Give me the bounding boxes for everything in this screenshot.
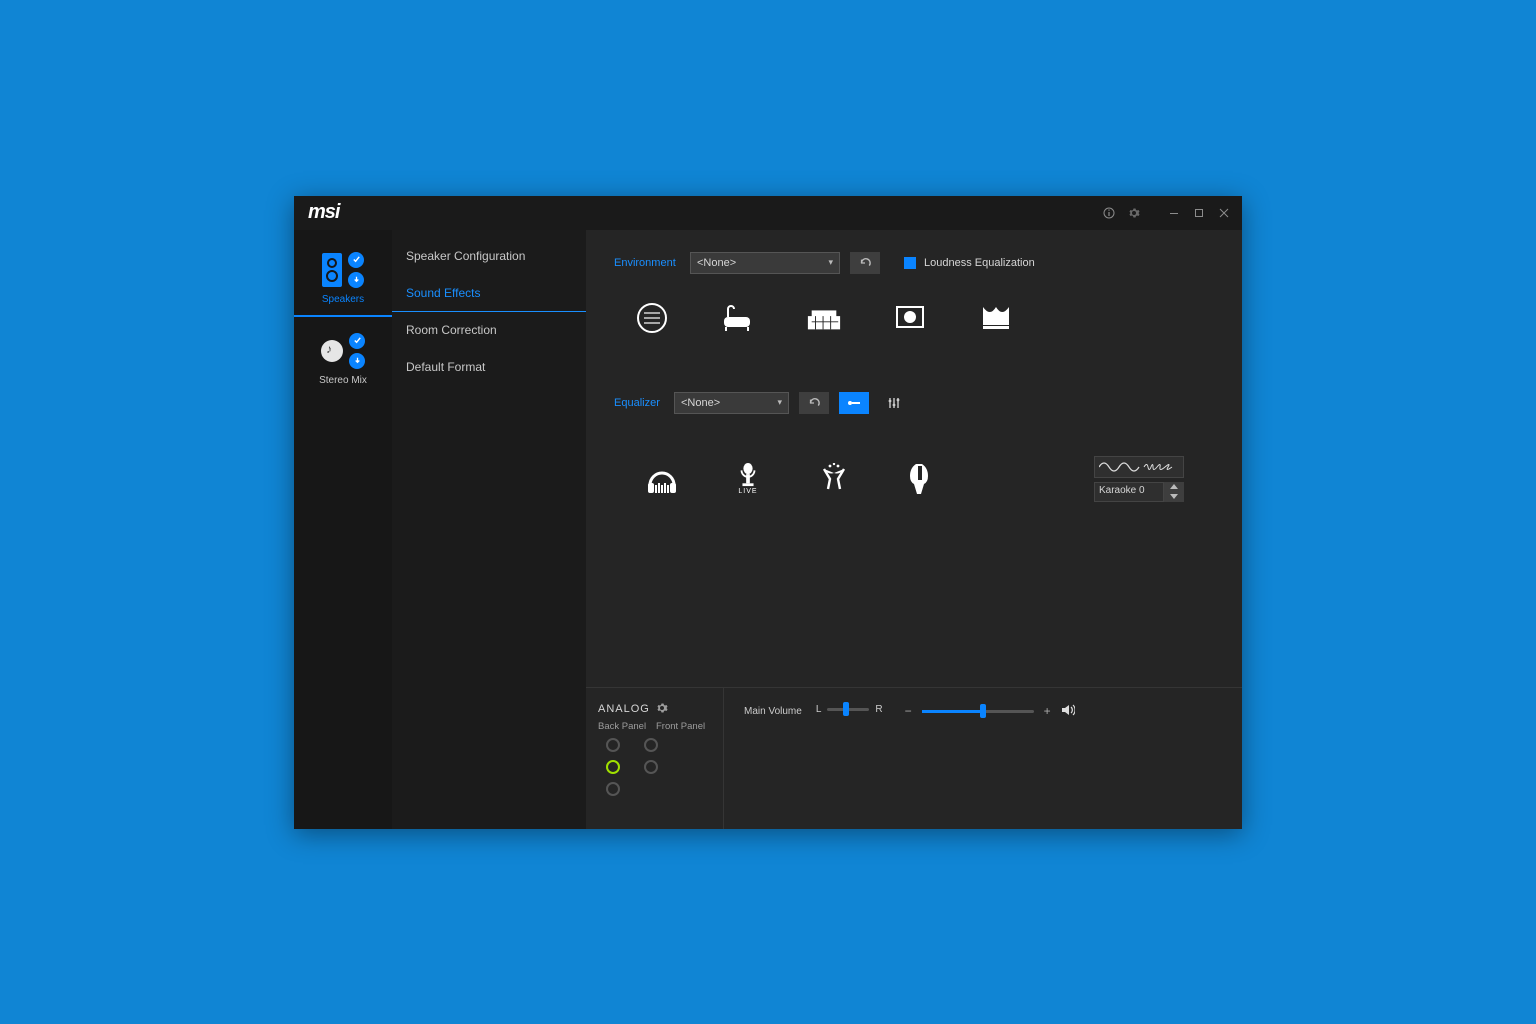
jack-port[interactable] bbox=[606, 782, 620, 796]
back-panel-jacks bbox=[606, 738, 620, 796]
balance-right-label: R bbox=[875, 704, 882, 715]
preset-padded-cell[interactable] bbox=[634, 302, 670, 334]
subnav-sound-effects[interactable]: Sound Effects bbox=[392, 275, 586, 312]
gear-icon[interactable] bbox=[656, 702, 668, 717]
maximize-button[interactable] bbox=[1187, 202, 1211, 224]
volume-minus-button[interactable]: − bbox=[905, 704, 912, 718]
environment-presets bbox=[614, 296, 1214, 374]
titlebar-controls bbox=[1097, 202, 1236, 224]
equalizer-select[interactable]: <None> ▾ bbox=[674, 392, 789, 414]
equalizer-label: Equalizer bbox=[614, 397, 664, 409]
close-button[interactable] bbox=[1212, 202, 1236, 224]
equalizer-toggle-button[interactable] bbox=[839, 392, 869, 414]
analog-section: ANALOG Back Panel Front Panel bbox=[586, 688, 724, 829]
balance-left-label: L bbox=[816, 704, 822, 715]
device-sidebar: Speakers Stereo Mix bbox=[294, 230, 392, 829]
sound-effects-panel: Environment <None> ▾ Loudness Equalizati… bbox=[586, 230, 1242, 687]
subnav-speaker-config[interactable]: Speaker Configuration bbox=[392, 238, 586, 275]
equalizer-presets: LIVE Karaoke 0 bbox=[614, 436, 1214, 512]
loudness-equalization-checkbox[interactable]: Loudness Equalization bbox=[904, 257, 1035, 269]
speaker-icon bbox=[322, 253, 342, 287]
speaker-volume-icon[interactable] bbox=[1061, 704, 1075, 719]
volume-section: Main Volume L R − + bbox=[724, 688, 1242, 829]
live-text-icon: LIVE bbox=[738, 488, 757, 495]
disc-icon bbox=[321, 340, 343, 362]
front-panel-jacks bbox=[644, 738, 658, 796]
jack-port[interactable] bbox=[644, 738, 658, 752]
arrow-down-icon[interactable] bbox=[348, 272, 364, 288]
titlebar: msi bbox=[294, 196, 1242, 230]
environment-select[interactable]: <None> ▾ bbox=[690, 252, 840, 274]
device-label: Stereo Mix bbox=[319, 369, 367, 386]
msi-audio-window: msi bbox=[294, 196, 1242, 829]
balance-slider[interactable] bbox=[827, 708, 869, 711]
preset-rock[interactable] bbox=[902, 463, 938, 495]
checkbox-box-icon bbox=[904, 257, 916, 269]
minimize-button[interactable] bbox=[1162, 202, 1186, 224]
chevron-down-icon: ▾ bbox=[777, 397, 782, 408]
environment-label: Environment bbox=[614, 257, 680, 269]
jack-port[interactable] bbox=[644, 760, 658, 774]
subnav-room-correction[interactable]: Room Correction bbox=[392, 312, 586, 349]
environment-controls: Environment <None> ▾ Loudness Equalizati… bbox=[614, 252, 1214, 274]
wave-preview-icon bbox=[1094, 456, 1184, 478]
preset-theater[interactable] bbox=[978, 302, 1014, 334]
environment-value: <None> bbox=[697, 257, 736, 269]
main-volume-label: Main Volume bbox=[744, 704, 802, 717]
device-label: Speakers bbox=[322, 288, 364, 305]
preset-arena[interactable] bbox=[892, 302, 928, 334]
preset-bathroom[interactable] bbox=[720, 302, 756, 334]
equalizer-reset-button[interactable] bbox=[799, 392, 829, 414]
karaoke-value: Karaoke 0 bbox=[1094, 482, 1164, 502]
subnav-default-format[interactable]: Default Format bbox=[392, 349, 586, 386]
brand-logo: msi bbox=[308, 201, 339, 224]
equalizer-controls: Equalizer <None> ▾ bbox=[614, 392, 1214, 414]
subnav: Speaker Configuration Sound Effects Room… bbox=[392, 230, 586, 829]
arrow-down-icon[interactable] bbox=[349, 353, 365, 369]
main-panel: Environment <None> ▾ Loudness Equalizati… bbox=[586, 230, 1242, 829]
equalizer-value: <None> bbox=[681, 397, 720, 409]
check-icon bbox=[349, 333, 365, 349]
gear-icon[interactable] bbox=[1122, 202, 1146, 224]
window-body: Speakers Stereo Mix Speaker Configuratio… bbox=[294, 230, 1242, 829]
analog-heading: ANALOG bbox=[598, 703, 650, 715]
karaoke-section: Karaoke 0 bbox=[1094, 456, 1184, 502]
chevron-down-icon: ▾ bbox=[828, 257, 833, 268]
info-icon[interactable] bbox=[1097, 202, 1121, 224]
karaoke-up-button[interactable] bbox=[1164, 482, 1184, 492]
loudness-label: Loudness Equalization bbox=[924, 257, 1035, 269]
jack-port-active[interactable] bbox=[606, 760, 620, 774]
device-stereo-mix[interactable]: Stereo Mix bbox=[294, 329, 392, 396]
volume-slider[interactable] bbox=[922, 710, 1034, 713]
preset-party[interactable] bbox=[816, 463, 852, 495]
back-panel-label: Back Panel bbox=[598, 721, 648, 732]
balance-control: L R bbox=[816, 704, 883, 715]
preset-stadium[interactable] bbox=[806, 302, 842, 334]
preset-live[interactable]: LIVE bbox=[730, 463, 766, 495]
preset-headphones[interactable] bbox=[644, 463, 680, 495]
equalizer-sliders-button[interactable] bbox=[879, 392, 909, 414]
volume-plus-button[interactable]: + bbox=[1044, 704, 1051, 718]
front-panel-label: Front Panel bbox=[656, 721, 705, 732]
jack-port[interactable] bbox=[606, 738, 620, 752]
footer-panel: ANALOG Back Panel Front Panel bbox=[586, 687, 1242, 829]
check-icon bbox=[348, 252, 364, 268]
volume-control: − + bbox=[905, 704, 1075, 719]
karaoke-down-button[interactable] bbox=[1164, 492, 1184, 502]
environment-reset-button[interactable] bbox=[850, 252, 880, 274]
device-speakers[interactable]: Speakers bbox=[294, 248, 392, 317]
